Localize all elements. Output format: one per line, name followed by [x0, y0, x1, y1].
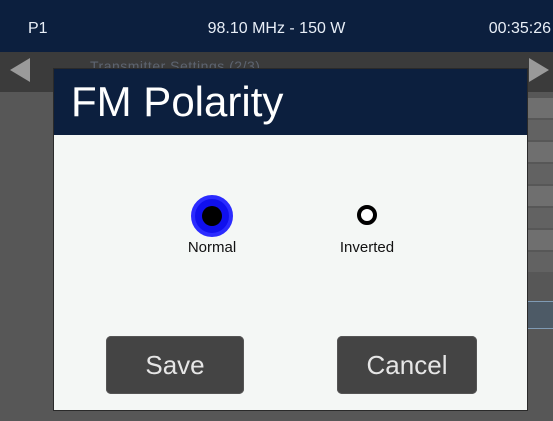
background-list-row	[527, 186, 553, 206]
background-list-row	[527, 98, 553, 118]
radio-option-normal[interactable]: Normal	[152, 195, 272, 265]
background-selected-row	[527, 301, 553, 329]
triangle-left-icon[interactable]	[10, 58, 30, 82]
triangle-right-icon[interactable]	[529, 58, 549, 82]
dialog-header: FM Polarity	[54, 69, 527, 135]
status-bar: P1 98.10 MHz - 150 W 00:35:26	[0, 0, 553, 52]
radio-unselected-icon[interactable]	[357, 205, 377, 225]
background-list-row	[527, 142, 553, 162]
radio-label-inverted: Inverted	[339, 239, 395, 256]
frequency-power-readout: 98.10 MHz - 150 W	[207, 20, 346, 37]
dialog-title: FM Polarity	[71, 78, 284, 125]
fm-polarity-dialog: FM Polarity Normal Inverted Save Cancel	[54, 69, 527, 410]
background-list-row	[527, 208, 553, 228]
cancel-button[interactable]: Cancel	[337, 336, 477, 394]
background-list-row	[527, 230, 553, 250]
background-list-row	[527, 252, 553, 272]
radio-label-normal: Normal	[187, 239, 237, 256]
save-button[interactable]: Save	[106, 336, 244, 394]
background-list-row	[527, 120, 553, 140]
clock: 00:35:26	[488, 20, 551, 37]
radio-selected-icon[interactable]	[191, 195, 233, 237]
background-list-row	[527, 164, 553, 184]
radio-option-inverted[interactable]: Inverted	[307, 195, 427, 265]
device-screen: P1 98.10 MHz - 150 W 00:35:26 Transmitte…	[0, 0, 553, 421]
